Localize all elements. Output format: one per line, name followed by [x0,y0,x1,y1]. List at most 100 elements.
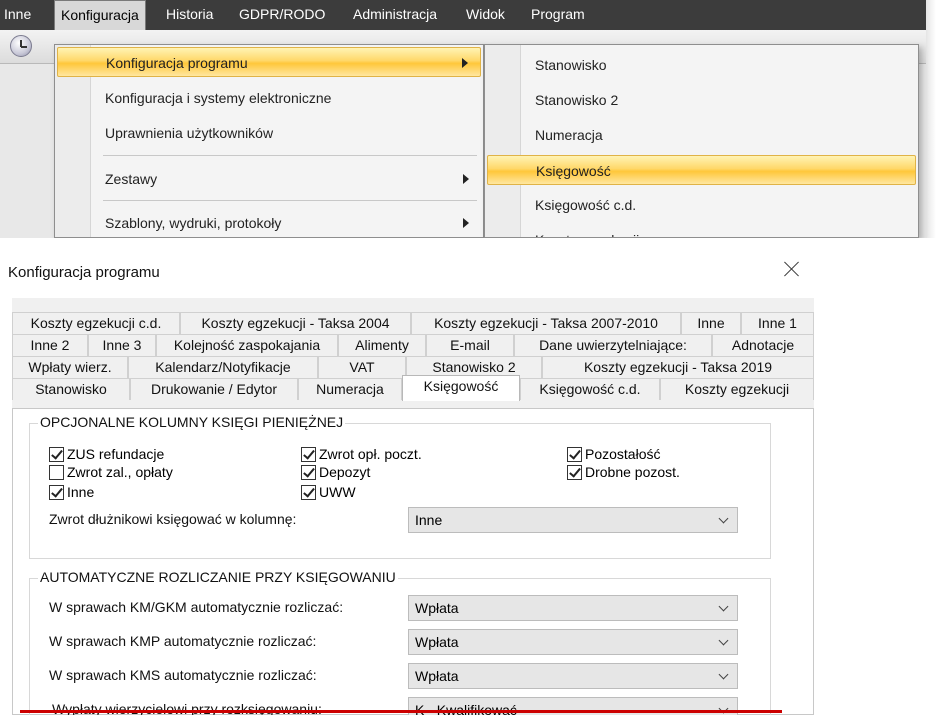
menu-gdpr-rodo[interactable]: GDPR/RODO [239,0,325,30]
tab-kolejnosc-zaspokajania[interactable]: Kolejność zaspokajania [156,334,338,356]
menu-administracja[interactable]: Administracja [353,0,437,30]
tab-vat[interactable]: VAT [318,356,406,378]
tab-taksa-2004[interactable]: Koszty egzekucji - Taksa 2004 [180,312,411,334]
checkbox-label: Zwrot opł. poczt. [319,446,422,462]
tab-koszty-egzekucji[interactable]: Koszty egzekucji [660,378,814,400]
red-underline-annotation [20,710,782,713]
checkbox-box [567,446,582,462]
checkbox-inne[interactable]: Inne [49,483,94,501]
checkbox-label: ZUS refundacje [67,446,165,462]
menu-separator [103,200,477,201]
close-icon[interactable] [783,260,801,278]
checkbox-box [301,464,316,480]
checkbox-box [49,446,64,462]
checkbox-zus-refundacje[interactable]: ZUS refundacje [49,445,164,463]
menu-item-numeracja[interactable]: Numeracja [487,120,916,150]
menu-item-label: Konfiguracja programu [106,55,248,71]
menu-item-konfiguracja-systemy[interactable]: Konfiguracja i systemy elektroniczne [57,83,481,113]
menu-historia[interactable]: Historia [166,0,213,30]
screen: Inne Konfiguracja Historia GDPR/RODO Adm… [0,0,936,715]
checkbox-box [49,464,64,480]
menu-item-ksiegowosc[interactable]: Księgowość [487,155,916,185]
menu-item-label: Szablony, wydruki, protokoły [105,215,282,231]
select-value: Wpłata [415,600,459,616]
submenu-arrow-icon [463,218,469,228]
select-value: Wpłata [415,634,459,650]
kmp-label: W sprawach KMP automatycznie rozliczać: [49,633,317,649]
refund-column-select[interactable]: Inne [408,507,738,533]
km-gkm-label: W sprawach KM/GKM automatycznie rozlicza… [49,599,344,615]
checkbox-label: Zwrot zal., opłaty [67,464,173,480]
chevron-down-icon [718,601,729,612]
checkbox-box [567,464,582,480]
tab-ksiegowosc-cd[interactable]: Księgowość c.d. [520,378,660,400]
submenu-arrow-icon [462,58,468,68]
menu-item-stanowisko-2[interactable]: Stanowisko 2 [487,85,916,115]
menu-item-koszty-egzekucji[interactable]: Koszty egzekucji [487,225,916,237]
checkbox-depozyt[interactable]: Depozyt [301,463,370,481]
tab-row-2: Inne 2 Inne 3 Kolejność zaspokajania Ali… [12,334,814,356]
group-opcjonalne-kolumny: OPCJONALNE KOLUMNY KSIĘGI PIENIĘŻNEJ ZUS… [29,414,771,559]
select-value: K - Kwalifikować [415,702,517,715]
menu-item-szablony[interactable]: Szablony, wydruki, protokoły [57,208,481,237]
kmp-select[interactable]: Wpłata [408,629,738,655]
menu-program[interactable]: Program [531,0,585,30]
tab-wplaty-wierz[interactable]: Wpłaty wierz. [12,356,128,378]
tab-taksa-2007-2010[interactable]: Koszty egzekucji - Taksa 2007-2010 [411,312,681,334]
chevron-down-icon [718,635,729,646]
dialog-body: Koszty egzekucji c.d. Koszty egzekucji -… [12,298,814,715]
group-automatyczne-rozliczanie: AUTOMATYCZNE ROZLICZANIE PRZY KSIĘGOWANI… [29,569,771,715]
tab-stanowisko[interactable]: Stanowisko [12,378,130,400]
tab-koszty-egzekucji-cd[interactable]: Koszty egzekucji c.d. [12,312,180,334]
checkbox-label: UWW [319,484,356,500]
checkbox-label: Pozostałość [585,446,661,462]
group-title: OPCJONALNE KOLUMNY KSIĘGI PIENIĘŻNEJ [38,414,346,430]
tab-inne[interactable]: Inne [681,312,741,334]
menu-item-label: Uprawnienia użytkowników [105,125,274,141]
kms-select[interactable]: Wpłata [408,663,738,689]
tab-inne-3[interactable]: Inne 3 [88,334,156,356]
tab-email[interactable]: E-mail [426,334,514,356]
clock-icon[interactable] [10,35,32,57]
window-shadow [926,0,936,238]
checkbox-drobne-pozost[interactable]: Drobne pozost. [567,463,680,481]
tab-adnotacje[interactable]: Adnotacje [712,334,814,356]
checkbox-uww[interactable]: UWW [301,483,356,501]
km-gkm-select[interactable]: Wpłata [408,595,738,621]
checkbox-pozostalosc[interactable]: Pozostałość [567,445,660,463]
checkbox-zwrot-zal-oplaty[interactable]: Zwrot zal., opłaty [49,463,173,481]
menu-item-stanowisko[interactable]: Stanowisko [487,50,916,80]
menu-konfiguracja[interactable]: Konfiguracja [54,0,146,30]
menu-inne[interactable]: Inne [4,0,31,30]
tab-row-4: Stanowisko Drukowanie / Edytor Numeracja… [12,375,814,401]
menu-item-konfiguracja-programu[interactable]: Konfiguracja programu [57,47,481,77]
tab-ksiegowosc[interactable]: Księgowość [402,375,520,401]
submenu-arrow-icon [463,174,469,184]
checkbox-box [49,484,64,500]
select-value: Inne [415,512,443,528]
menubar: Inne Konfiguracja Historia GDPR/RODO Adm… [0,0,926,30]
chevron-down-icon [718,669,729,680]
group-title: AUTOMATYCZNE ROZLICZANIE PRZY KSIĘGOWANI… [38,569,398,585]
tab-inne-2[interactable]: Inne 2 [12,334,88,356]
checkbox-zwrot-opl-poczt[interactable]: Zwrot opł. poczt. [301,445,422,463]
menu-widok[interactable]: Widok [466,0,505,30]
tab-taksa-2019[interactable]: Koszty egzekucji - Taksa 2019 [542,356,814,378]
checkbox-label: Drobne pozost. [585,464,680,480]
menu-item-uprawnienia[interactable]: Uprawnienia użytkowników [57,118,481,148]
kms-label: W sprawach KMS automatycznie rozliczać: [49,667,317,683]
menu-item-label: Zestawy [105,171,158,187]
menu-item-ksiegowosc-cd[interactable]: Księgowość c.d. [487,190,916,220]
ksiegowosc-panel: OPCJONALNE KOLUMNY KSIĘGI PIENIĘŻNEJ ZUS… [12,408,814,715]
tab-kalendarz-notyfikacje[interactable]: Kalendarz/Notyfikacje [128,356,318,378]
tab-inne-1[interactable]: Inne 1 [741,312,814,334]
tab-drukowanie-edytor[interactable]: Drukowanie / Edytor [130,378,298,400]
konfiguracja-dialog: Konfiguracja programu Koszty egzekucji c… [0,238,936,715]
tab-numeracja[interactable]: Numeracja [298,378,402,400]
tab-alimenty[interactable]: Alimenty [338,334,426,356]
checkbox-box [301,446,316,462]
chevron-down-icon [718,513,729,524]
konfiguracja-menu: Konfiguracja programu Konfiguracja i sys… [54,44,484,238]
tab-dane-uwierzytelniajace[interactable]: Dane uwierzytelniające: [514,334,712,356]
menu-item-zestawy[interactable]: Zestawy [57,164,481,194]
